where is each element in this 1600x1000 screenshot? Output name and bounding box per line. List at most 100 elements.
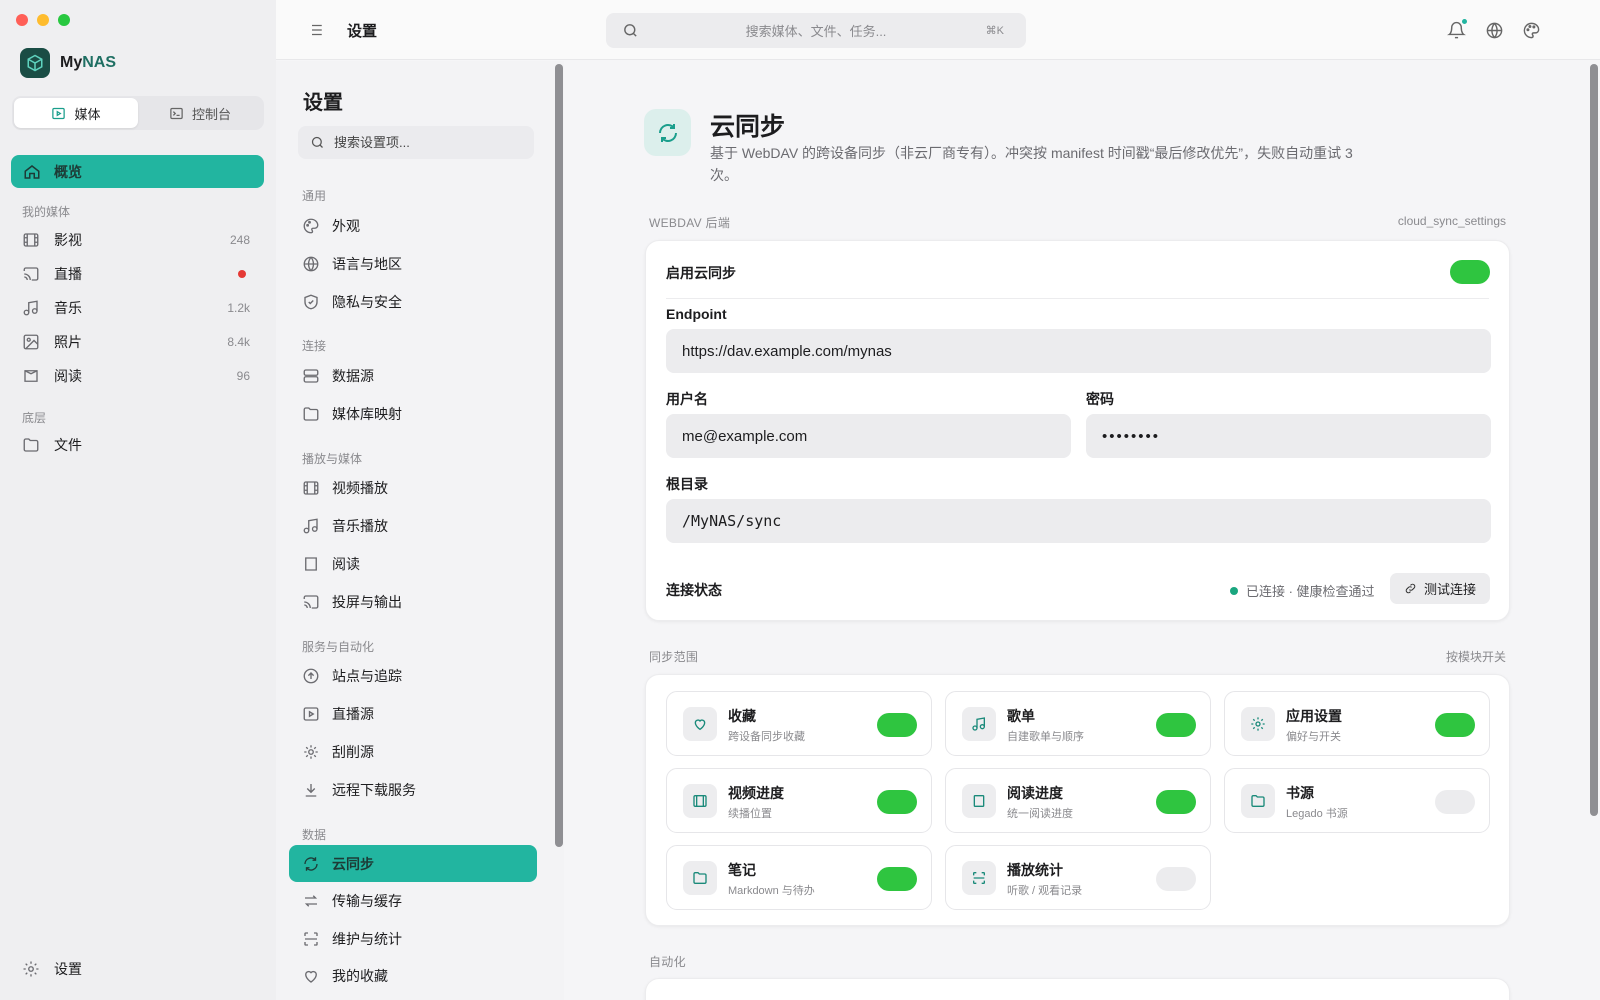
settings-key-label: cloud_sync_settings	[1397, 214, 1506, 228]
count-badge: 1.2k	[227, 301, 250, 315]
test-connection-button[interactable]: 测试连接	[1390, 573, 1491, 604]
section-description: 基于 WebDAV 的跨设备同步（非云厂商专有）。冲突按 manifest 时间…	[710, 145, 1353, 183]
scan-icon	[304, 932, 318, 946]
settings-item-cloud-sync[interactable]: 云同步	[289, 845, 537, 882]
username-field[interactable]: me@example.com	[666, 414, 1071, 458]
settings-item-music-playback[interactable]: 音乐播放	[302, 511, 534, 541]
music-note-icon	[303, 518, 318, 534]
sidebar-item-photos[interactable]: 照片 8.4k	[22, 328, 250, 356]
zoom-window-button[interactable]	[58, 14, 70, 26]
gear-icon	[1241, 707, 1275, 741]
group-title-bottom: 底层	[22, 411, 47, 425]
endpoint-field[interactable]: https://dav.example.com/mynas	[666, 329, 1491, 373]
terminal-icon	[170, 107, 183, 119]
settings-item-language[interactable]: 语言与地区	[302, 249, 534, 279]
folder-icon	[303, 407, 319, 421]
module-card-book-sources: 书源 Legado 书源	[1224, 768, 1490, 833]
top-bar: 设置 搜索媒体、文件、任务... ⌘K	[276, 0, 1600, 60]
video-progress-sync-toggle[interactable]	[877, 790, 917, 814]
notes-sync-toggle[interactable]	[877, 867, 917, 891]
sidebar-item-music[interactable]: 音乐 1.2k	[22, 294, 250, 322]
root-dir-field[interactable]: /MyNAS/sync	[666, 499, 1491, 543]
gear-icon	[23, 961, 39, 977]
username-label: 用户名	[666, 391, 708, 407]
reading-progress-sync-toggle[interactable]	[1156, 790, 1196, 814]
connection-status-label: 连接状态	[666, 582, 722, 598]
module-card-favorites: 收藏 跨设备同步收藏	[666, 691, 932, 756]
connection-status: 已连接 · 健康检查通过	[1230, 581, 1375, 600]
book-sources-sync-toggle[interactable]	[1435, 790, 1475, 814]
settings-item-privacy[interactable]: 隐私与安全	[302, 287, 534, 317]
live-indicator-dot	[238, 270, 246, 278]
tab-console[interactable]: 控制台	[138, 98, 262, 128]
enable-cloud-sync-toggle[interactable]	[1450, 260, 1490, 284]
minimize-window-button[interactable]	[37, 14, 49, 26]
automation-card	[645, 978, 1510, 1000]
settings-item-appearance[interactable]: 外观	[302, 211, 534, 241]
settings-item-maintenance[interactable]: 维护与统计	[302, 924, 534, 954]
automation-section-label: 自动化	[649, 955, 686, 969]
close-window-button[interactable]	[16, 14, 28, 26]
settings-group-general: 通用	[302, 189, 327, 203]
settings-item-favorites[interactable]: 我的收藏	[302, 961, 534, 991]
settings-item-sites-tracking[interactable]: 站点与追踪	[302, 661, 534, 691]
tab-media[interactable]: 媒体	[14, 98, 138, 128]
section-title: 云同步	[710, 113, 786, 141]
film-icon	[23, 233, 39, 247]
global-search-input[interactable]: 搜索媒体、文件、任务... ⌘K	[606, 13, 1026, 48]
favorites-sync-toggle[interactable]	[877, 713, 917, 737]
main-scrollbar[interactable]	[1590, 64, 1598, 816]
sync-scope-section-label: 同步范围	[649, 650, 699, 664]
settings-item-live-sources[interactable]: 直播源	[302, 699, 534, 729]
count-badge: 96	[236, 369, 250, 383]
settings-item-reading[interactable]: 阅读	[302, 549, 534, 579]
settings-item-scraper-sources[interactable]: 刮削源	[302, 737, 534, 767]
sidebar-item-movies[interactable]: 影视 248	[22, 226, 250, 254]
settings-item-remote-download[interactable]: 远程下载服务	[302, 775, 534, 805]
module-card-playlists: 歌单 自建歌单与顺序	[945, 691, 1211, 756]
image-icon	[23, 334, 39, 350]
heart-icon	[683, 707, 717, 741]
play-screen-icon	[303, 707, 319, 721]
settings-nav-scrollbar[interactable]	[555, 64, 563, 847]
arrows-swap-icon	[304, 895, 318, 907]
sidebar-toggle-icon[interactable]	[306, 21, 324, 39]
notifications-button[interactable]	[1447, 18, 1468, 40]
status-dot	[1230, 586, 1238, 595]
divider	[666, 298, 1489, 299]
group-title-my-media: 我的媒体	[22, 205, 71, 219]
scan-icon	[962, 861, 996, 895]
sidebar-item-reading[interactable]: 阅读 96	[22, 362, 250, 390]
heart-icon	[305, 970, 317, 983]
book-icon	[305, 557, 317, 571]
settings-item-video-playback[interactable]: 视频播放	[302, 473, 534, 503]
app-settings-sync-toggle[interactable]	[1435, 713, 1475, 737]
settings-item-cast-output[interactable]: 投屏与输出	[302, 587, 534, 617]
play-stats-sync-toggle[interactable]	[1156, 867, 1196, 891]
theme-button[interactable]	[1522, 21, 1541, 40]
settings-nav-title: 设置	[303, 92, 343, 114]
sidebar-item-overview[interactable]: 概览	[11, 155, 264, 188]
language-button[interactable]	[1485, 21, 1504, 40]
settings-search-box[interactable]	[298, 126, 534, 159]
password-field[interactable]: ••••••••	[1086, 414, 1491, 458]
music-note-icon	[962, 707, 996, 741]
settings-search-input[interactable]	[334, 135, 514, 150]
settings-item-datasource[interactable]: 数据源	[302, 361, 534, 391]
palette-icon	[1523, 22, 1540, 39]
count-badge: 8.4k	[227, 335, 250, 349]
webdav-card: 启用云同步 Endpoint https://dav.example.com/m…	[645, 240, 1510, 621]
settings-item-transfer-cache[interactable]: 传输与缓存	[302, 886, 534, 916]
film-icon	[683, 784, 717, 818]
sidebar-item-live[interactable]: 直播	[22, 260, 250, 288]
settings-item-library-mapping[interactable]: 媒体库映射	[302, 399, 534, 429]
media-icon	[52, 107, 66, 119]
sidebar-item-files[interactable]: 文件	[22, 431, 250, 459]
sidebar-item-settings[interactable]: 设置	[22, 955, 250, 983]
search-icon	[311, 136, 323, 148]
page-title: 设置	[347, 23, 378, 40]
film-icon	[303, 481, 319, 495]
playlists-sync-toggle[interactable]	[1156, 713, 1196, 737]
settings-group-services: 服务与自动化	[302, 640, 375, 654]
module-card-video-progress: 视频进度 续播位置	[666, 768, 932, 833]
